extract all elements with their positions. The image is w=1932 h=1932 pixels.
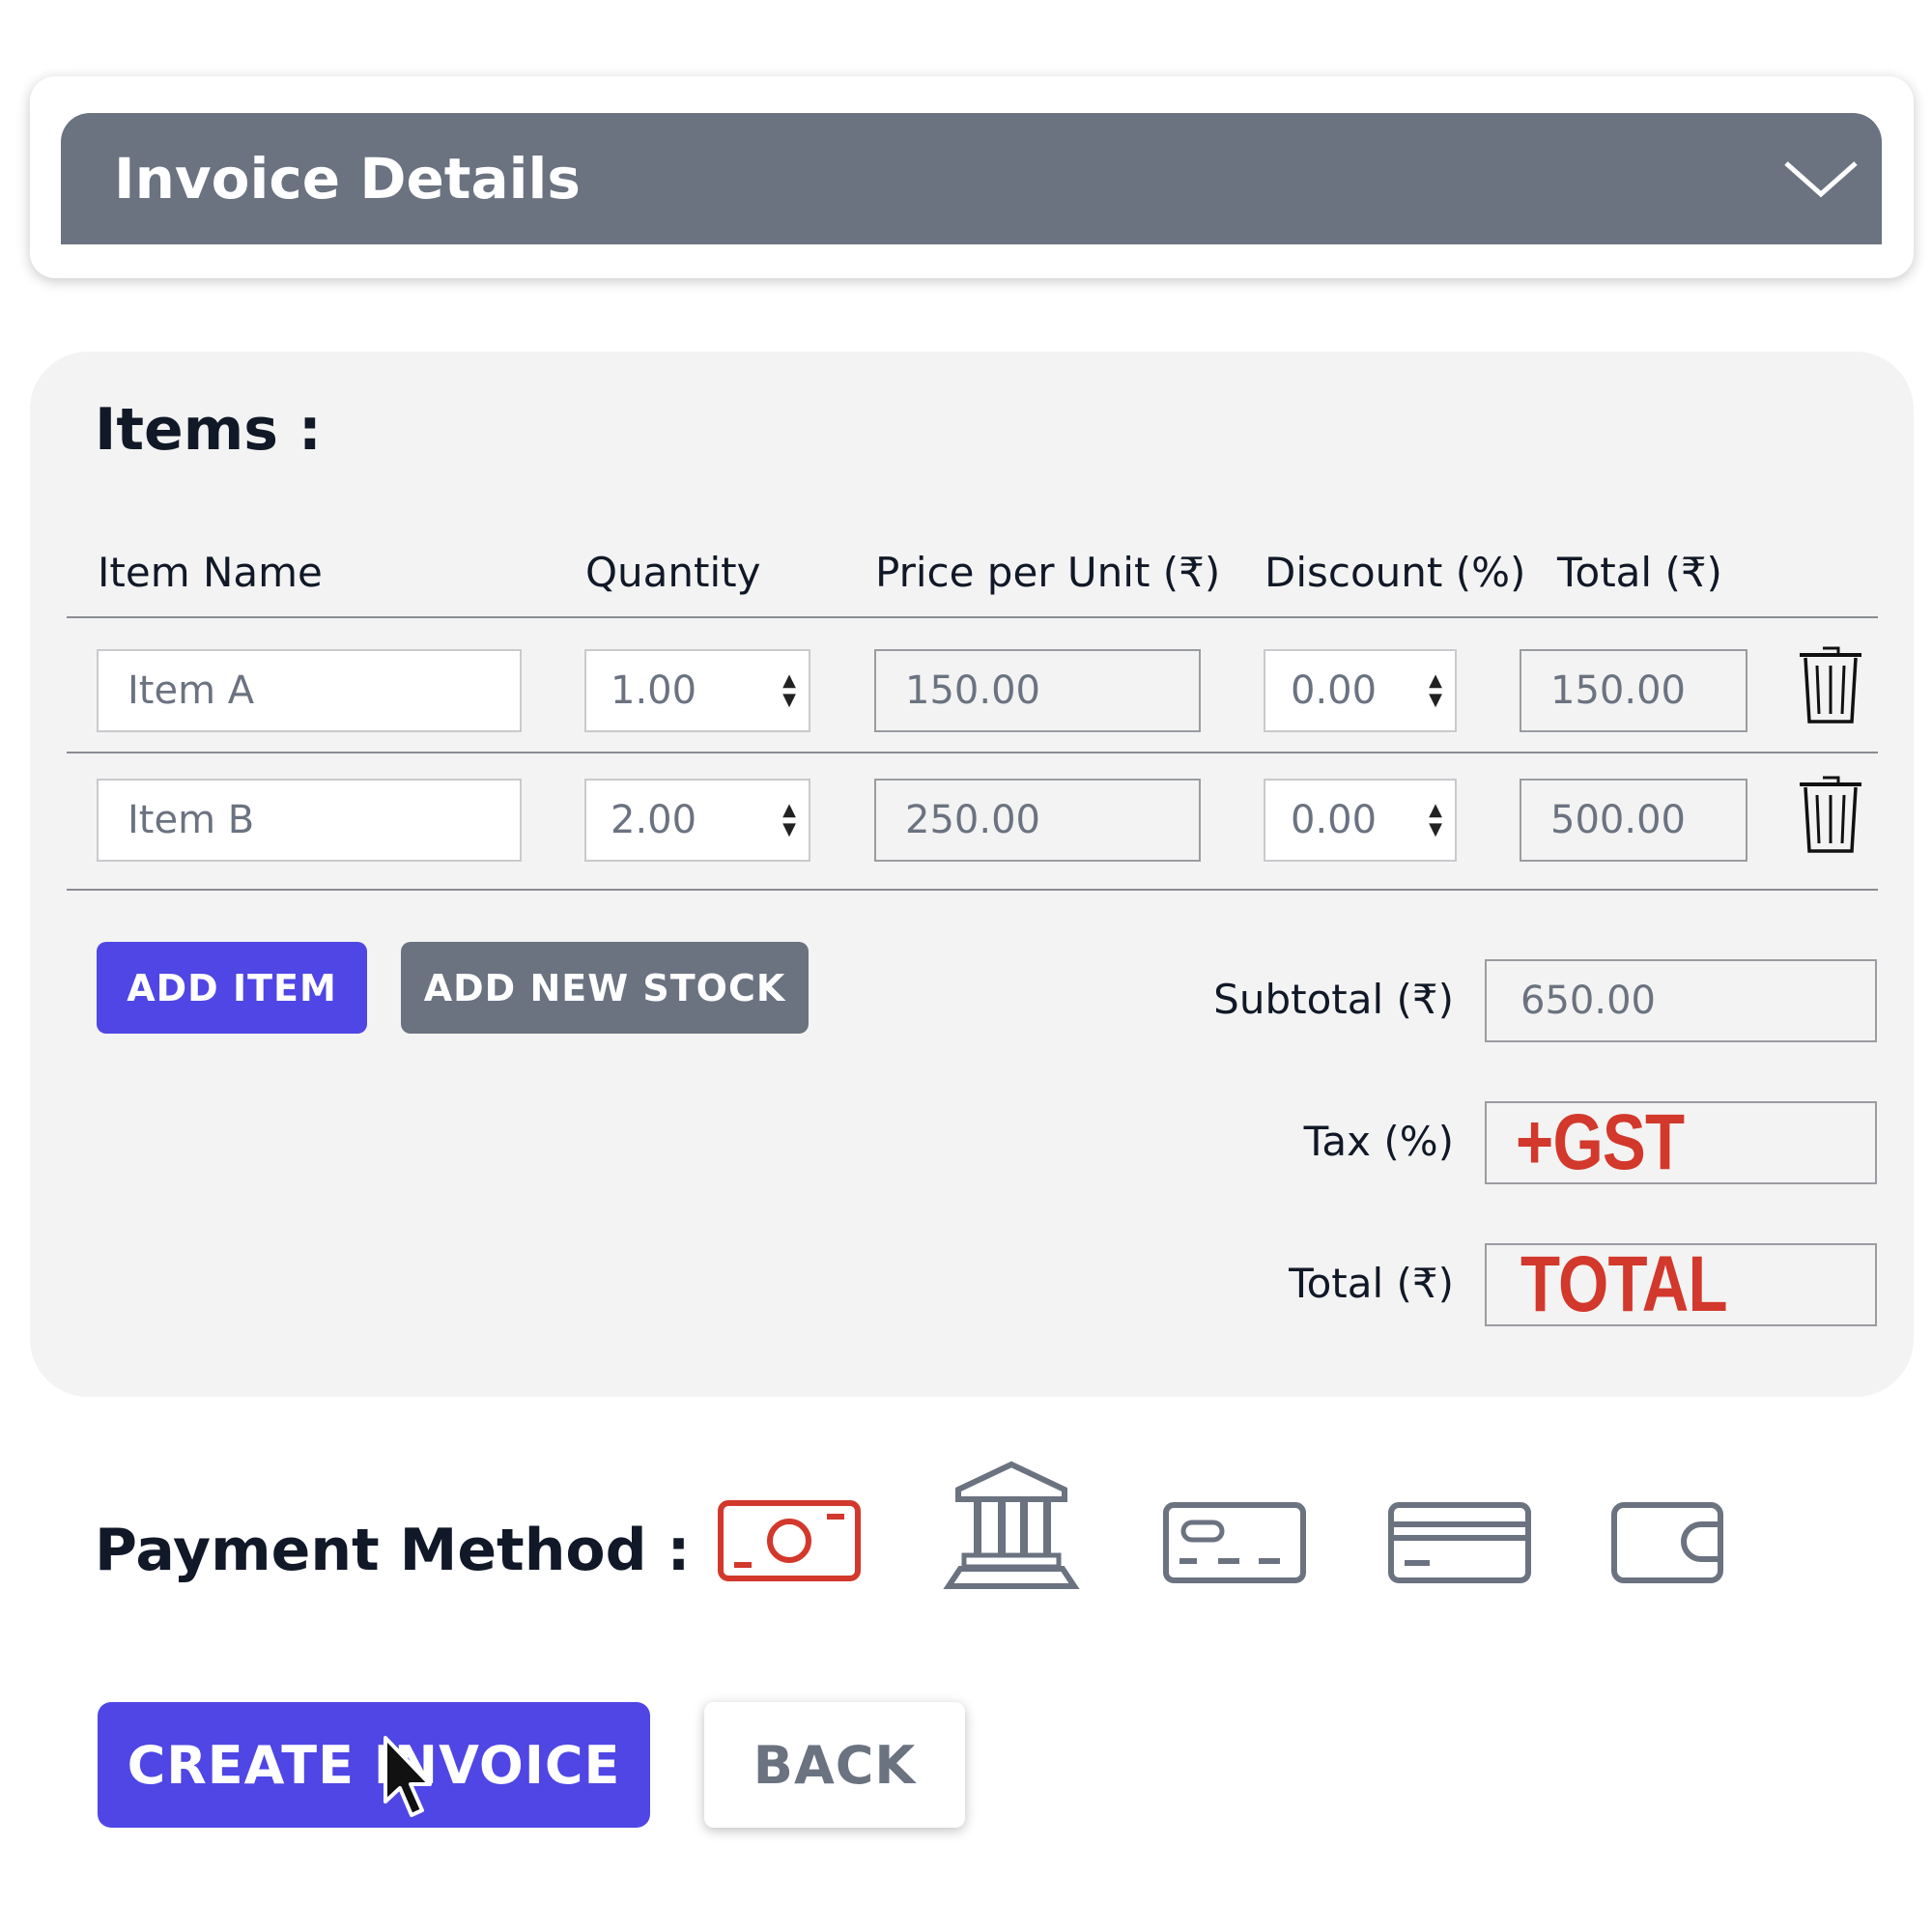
payment-method-label: Payment Method : [95,1517,691,1584]
price-field[interactable]: 150.00 [874,649,1201,732]
stepper-arrows-icon[interactable]: ▲ ▼ [778,651,801,730]
stepper-arrows-icon[interactable]: ▲ ▼ [1424,651,1447,730]
subtotal-label: Subtotal (₹) [1213,976,1454,1023]
invoice-details-title: Invoice Details [114,146,581,212]
credit-card-icon[interactable] [1387,1457,1532,1592]
add-new-stock-button[interactable]: ADD NEW STOCK [401,942,809,1034]
trash-icon[interactable] [1796,644,1865,725]
stepper-arrows-icon[interactable]: ▲ ▼ [1424,781,1447,860]
row-total-field: 500.00 [1520,779,1747,862]
quantity-value: 2.00 [611,798,697,842]
quantity-value: 1.00 [611,668,697,713]
quantity-stepper[interactable]: 2.00 ▲ ▼ [584,779,810,862]
grand-total-field: TOTAL [1485,1240,1877,1328]
row-total-field: 150.00 [1520,649,1747,732]
cash-icon[interactable] [717,1457,862,1592]
create-invoice-button[interactable]: CREATE INVOICE [98,1702,650,1828]
column-header-quantity: Quantity [585,549,761,596]
item-name-input[interactable]: Item B [97,779,522,862]
discount-value: 0.00 [1291,798,1378,842]
tax-field[interactable]: +GST [1485,1098,1877,1186]
mouse-cursor-icon [384,1736,432,1817]
discount-stepper[interactable]: 0.00 ▲ ▼ [1264,779,1457,862]
discount-stepper[interactable]: 0.00 ▲ ▼ [1264,649,1457,732]
chevron-down-icon[interactable] [1782,150,1860,208]
wallet-icon[interactable] [1608,1457,1753,1592]
item-name-input[interactable]: Item A [97,649,522,732]
back-button[interactable]: BACK [704,1702,965,1828]
total-label: Total (₹) [1289,1260,1454,1307]
discount-value: 0.00 [1291,668,1378,713]
table-divider [67,752,1878,753]
trash-icon[interactable] [1796,774,1865,855]
tax-label: Tax (%) [1303,1118,1454,1165]
column-header-price: Price per Unit (₹) [875,549,1221,596]
bank-icon[interactable] [939,1457,1084,1592]
stepper-arrows-icon[interactable]: ▲ ▼ [778,781,801,860]
price-field[interactable]: 250.00 [874,779,1201,862]
items-heading: Items : [95,396,322,464]
column-header-discount: Discount (%) [1264,549,1526,596]
grand-total-value: TOTAL [1520,1240,1728,1328]
column-header-item-name: Item Name [98,549,323,596]
id-card-icon[interactable] [1162,1457,1307,1592]
quantity-stepper[interactable]: 1.00 ▲ ▼ [584,649,810,732]
add-item-button[interactable]: ADD ITEM [97,942,367,1034]
table-divider [67,889,1878,891]
tax-value: +GST [1516,1098,1685,1186]
column-header-total: Total (₹) [1557,549,1722,596]
subtotal-field: 650.00 [1485,959,1877,1042]
table-divider [67,616,1878,618]
